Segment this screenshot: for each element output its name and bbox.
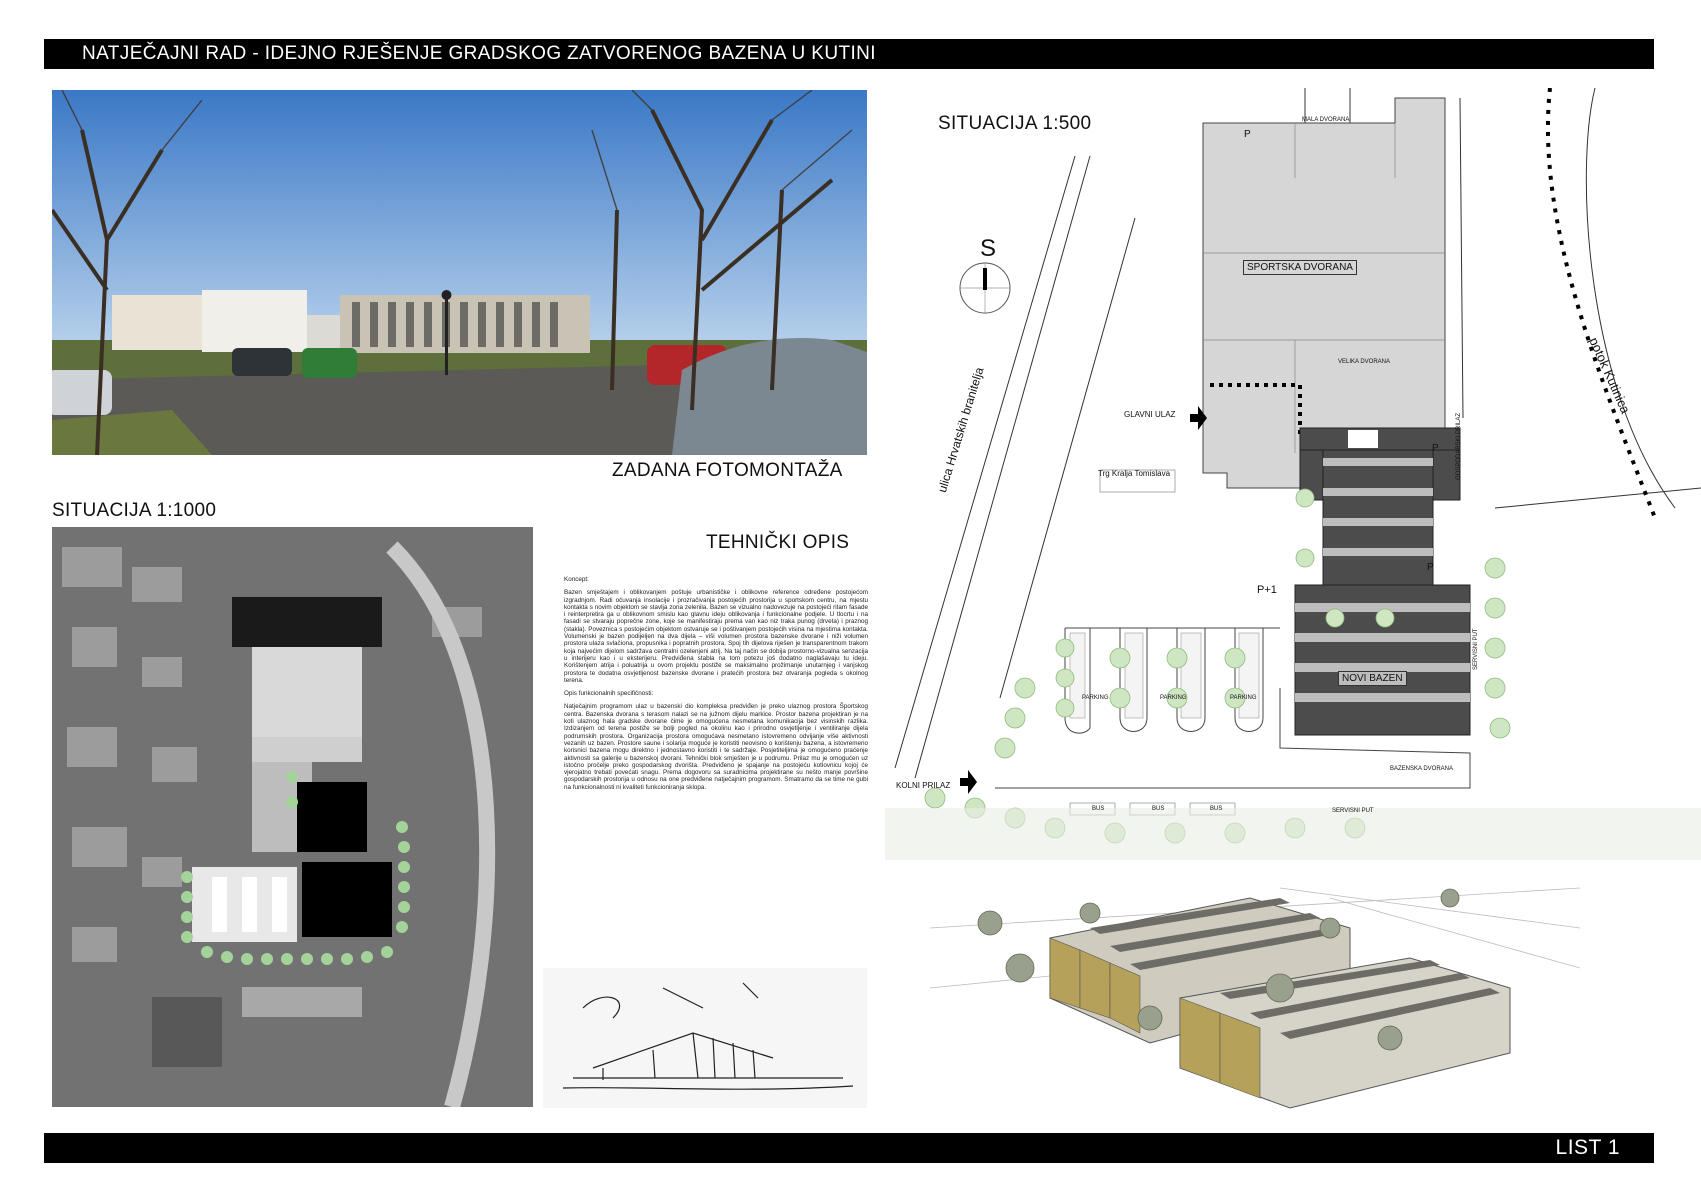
bus-label-3: BUS	[1210, 806, 1223, 812]
sheet-number: LIST 1	[1555, 1136, 1620, 1159]
service-road-vertical-label: SERVISNI PUT	[1473, 628, 1479, 670]
new-pool-label: NOVI BAZEN	[1338, 671, 1407, 686]
concept-sketch	[543, 968, 867, 1108]
main-entrance-label: GLAVNI ULAZ	[1124, 410, 1176, 419]
small-hall-label: MALA DVORANA	[1302, 117, 1350, 123]
footer-bar: LIST 1	[44, 1133, 1654, 1163]
concept-heading: Koncept:	[564, 576, 589, 583]
photomontage-image	[52, 90, 867, 455]
bus-label-2: BUS	[1152, 806, 1165, 812]
big-hall-label: VELIKA DVORANA	[1338, 359, 1391, 365]
north-label: S	[980, 235, 997, 262]
situation-1000-title: SITUACIJA 1:1000	[52, 500, 217, 521]
car-entrance-label: KOLNI PRILAZ	[896, 781, 951, 790]
pool-hall-label: BAZENSKA DVORANA	[1390, 766, 1454, 772]
technical-description: Koncept: Bazen smještajem i oblikovanjem…	[564, 576, 868, 916]
photo-caption: ZADANA FOTOMONTAŽA	[612, 460, 843, 481]
site-plan-500	[885, 87, 1701, 896]
parking-p-label-1: P	[1244, 129, 1251, 140]
service-road-label: SERVISNI PUT	[1332, 808, 1374, 814]
farm-access-label: GOSPODARSKI PRILAZ	[1456, 412, 1462, 480]
parking-p-label-3: P	[1427, 562, 1434, 573]
functional-heading: Opis funkcionalnih specifičnosti:	[564, 690, 654, 698]
floors-label: P+1	[1257, 584, 1277, 596]
technical-title: TEHNIČKI OPIS	[706, 532, 850, 553]
functional-text: Natječajnim programom ulaz u bazenski di…	[564, 703, 868, 791]
page-title: NATJEČAJNI RAD - IDEJNO RJEŠENJE GRADSKO…	[82, 43, 876, 64]
square-label: Trg Kralja Tomislava	[1098, 469, 1171, 478]
parking-label-3: PARKING	[1230, 695, 1257, 701]
title-bar: NATJEČAJNI RAD - IDEJNO RJEŠENJE GRADSKO…	[44, 39, 1654, 69]
perspective-render	[929, 868, 1581, 1110]
aerial-site-map	[52, 527, 533, 1107]
sports-hall-label: SPORTSKA DVORANA	[1243, 260, 1357, 275]
situation-500-title: SITUACIJA 1:500	[938, 113, 1092, 134]
bus-label-1: BUS	[1092, 806, 1105, 812]
parking-p-label-2: P	[1432, 443, 1439, 454]
parking-label-2: PARKING	[1160, 695, 1187, 701]
concept-text: Bazen smještajem i oblikovanjem poštuje …	[564, 589, 868, 684]
parking-label-1: PARKING	[1082, 695, 1109, 701]
